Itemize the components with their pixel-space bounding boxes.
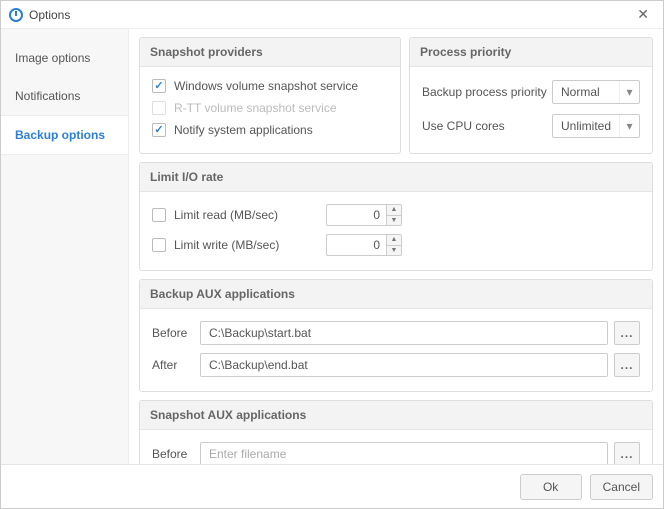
checkbox-icon[interactable]	[152, 79, 166, 93]
panel-header: Process priority	[410, 38, 652, 67]
select-value: Unlimited	[553, 119, 619, 133]
limit-read-option[interactable]: Limit read (MB/sec)	[152, 208, 322, 222]
panel-header: Limit I/O rate	[140, 163, 652, 192]
after-label: After	[152, 358, 200, 372]
panel-header: Backup AUX applications	[140, 280, 652, 309]
priority-label: Backup process priority	[422, 85, 552, 99]
before-label: Before	[152, 447, 200, 461]
browse-button[interactable]: ...	[614, 353, 640, 377]
sidebar-item-notifications[interactable]: Notifications	[1, 77, 128, 115]
cancel-button[interactable]: Cancel	[590, 474, 653, 500]
before-label: Before	[152, 326, 200, 340]
app-icon	[9, 8, 23, 22]
snapshot-aux-before-input[interactable]	[200, 442, 608, 464]
select-value: Normal	[553, 85, 619, 99]
content: Snapshot providers Windows volume snapsh…	[129, 29, 663, 464]
panel-process-priority: Process priority Backup process priority…	[409, 37, 653, 154]
spinner: ▲ ▼	[386, 204, 402, 226]
option-notify-apps[interactable]: Notify system applications	[152, 119, 388, 141]
options-window: Options ✕ Image options Notifications Ba…	[0, 0, 664, 509]
window-title: Options	[29, 8, 70, 22]
titlebar: Options ✕	[1, 1, 663, 29]
spinner-down-icon[interactable]: ▼	[387, 245, 401, 256]
sidebar: Image options Notifications Backup optio…	[1, 29, 129, 464]
checkbox-icon[interactable]	[152, 123, 166, 137]
panel-snapshot-providers: Snapshot providers Windows volume snapsh…	[139, 37, 401, 154]
spinner-up-icon[interactable]: ▲	[387, 235, 401, 245]
cores-select[interactable]: Unlimited ▾	[552, 114, 640, 138]
option-label: Notify system applications	[174, 123, 313, 137]
panel-backup-aux: Backup AUX applications Before ... After…	[139, 279, 653, 392]
close-icon[interactable]: ✕	[631, 4, 655, 25]
limit-write-input[interactable]	[326, 234, 386, 256]
backup-aux-after-input[interactable]	[200, 353, 608, 377]
sidebar-item-image-options[interactable]: Image options	[1, 39, 128, 77]
sidebar-item-backup-options[interactable]: Backup options	[1, 115, 128, 155]
spinner-up-icon[interactable]: ▲	[387, 205, 401, 215]
checkbox-icon[interactable]	[152, 208, 166, 222]
limit-read-input[interactable]	[326, 204, 386, 226]
cores-label: Use CPU cores	[422, 119, 552, 133]
body: Image options Notifications Backup optio…	[1, 29, 663, 464]
checkbox-icon	[152, 101, 166, 115]
option-rtt-vss: R-TT volume snapshot service	[152, 97, 388, 119]
option-label: Windows volume snapshot service	[174, 79, 358, 93]
ok-button[interactable]: Ok	[520, 474, 582, 500]
panel-header: Snapshot providers	[140, 38, 400, 67]
checkbox-icon[interactable]	[152, 238, 166, 252]
chevron-down-icon: ▾	[619, 115, 639, 137]
footer: Ok Cancel	[1, 464, 663, 508]
browse-button[interactable]: ...	[614, 321, 640, 345]
option-label: Limit read (MB/sec)	[174, 208, 278, 222]
limit-write-option[interactable]: Limit write (MB/sec)	[152, 238, 322, 252]
spinner-down-icon[interactable]: ▼	[387, 215, 401, 226]
spinner: ▲ ▼	[386, 234, 402, 256]
backup-aux-before-input[interactable]	[200, 321, 608, 345]
panel-snapshot-aux: Snapshot AUX applications Before ... Aft…	[139, 400, 653, 464]
panel-limit-io: Limit I/O rate Limit read (MB/sec) ▲	[139, 162, 653, 271]
option-label: R-TT volume snapshot service	[174, 101, 337, 115]
chevron-down-icon: ▾	[619, 81, 639, 103]
option-windows-vss[interactable]: Windows volume snapshot service	[152, 75, 388, 97]
option-label: Limit write (MB/sec)	[174, 238, 279, 252]
panel-header: Snapshot AUX applications	[140, 401, 652, 430]
priority-select[interactable]: Normal ▾	[552, 80, 640, 104]
browse-button[interactable]: ...	[614, 442, 640, 464]
